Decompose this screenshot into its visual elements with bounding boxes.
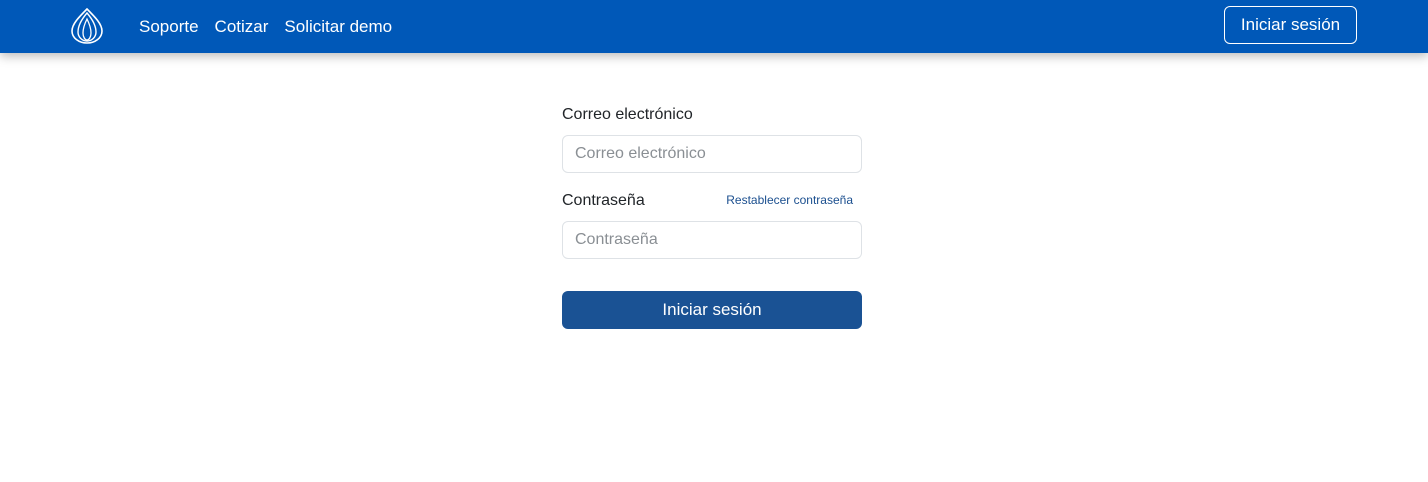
top-navbar: Soporte Cotizar Solicitar demo Iniciar s…	[0, 0, 1428, 53]
navbar-login-button[interactable]: Iniciar sesión	[1224, 6, 1357, 44]
nav-link-solicitar-demo[interactable]: Solicitar demo	[284, 18, 392, 35]
login-submit-button[interactable]: Iniciar sesión	[562, 291, 862, 329]
nav-link-cotizar[interactable]: Cotizar	[215, 18, 269, 35]
brand-logo-icon[interactable]	[70, 7, 104, 45]
email-input[interactable]	[562, 135, 862, 173]
main-nav: Soporte Cotizar Solicitar demo	[139, 0, 392, 53]
nav-link-soporte[interactable]: Soporte	[139, 18, 199, 35]
reset-password-link[interactable]: Restablecer contraseña	[726, 193, 853, 207]
password-input[interactable]	[562, 221, 862, 259]
password-label: Contraseña	[562, 192, 645, 209]
email-label: Correo electrónico	[562, 106, 693, 123]
